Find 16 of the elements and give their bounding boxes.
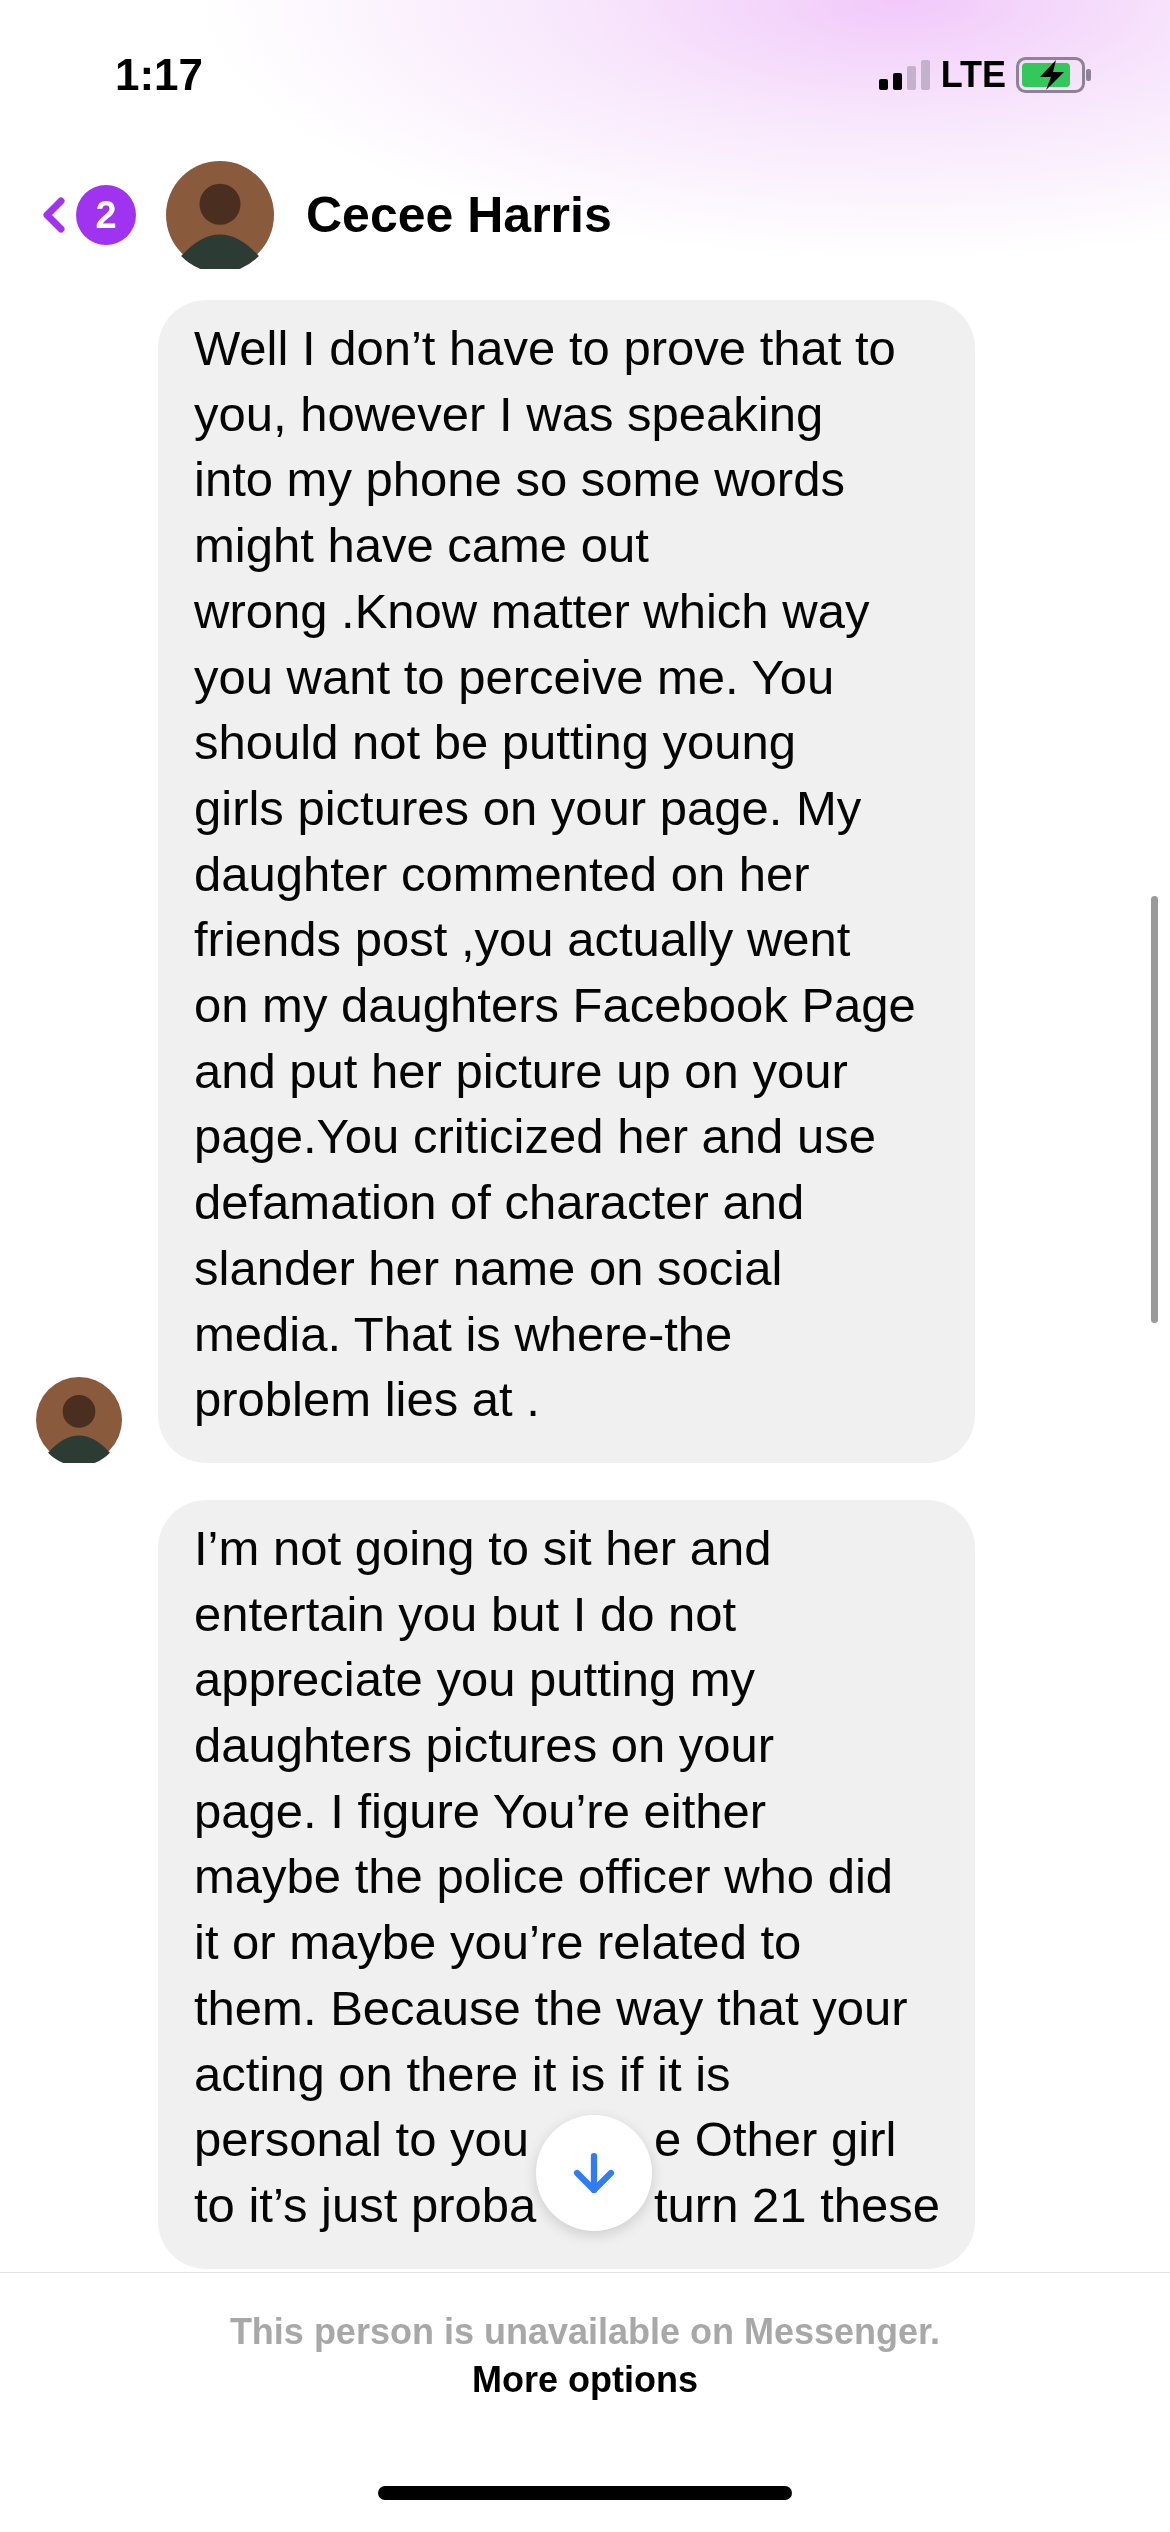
message-text-fragment: e Other girl [654,2111,897,2169]
status-time: 1:17 [115,50,204,100]
message-text-fragment: to it’s just proba [194,2177,537,2234]
message-text: Well I don’t have to prove that to you, however I was speaking into my phone so some words might have came out wrong .Know matter which way you want to perceive me. You should not be putting young girls pictures on your page. My daughter commented on her friends post ,you actually went on my daughters Facebook Page and put her picture up on your page.You criticized her and use defamation of character and slander her name on social media. That is where-the problem lies at . [194,320,917,1429]
contact-name: Cecee Harris [306,186,612,244]
message-text-fragment: turn 21 these [654,2177,941,2234]
unread-badge: 2 [76,185,136,245]
unavailable-notice: This person is unavailable on Messenger. [229,2311,941,2353]
battery-icon [1016,57,1092,93]
more-options-link[interactable]: More options [472,2353,698,2401]
network-label: LTE [940,54,1006,96]
scrollbar[interactable] [1151,896,1158,1323]
home-indicator[interactable] [378,2486,792,2500]
back-button[interactable]: 2 [26,185,136,245]
signal-icon [878,60,931,90]
message-text-fragment: personal to you [194,2111,530,2169]
